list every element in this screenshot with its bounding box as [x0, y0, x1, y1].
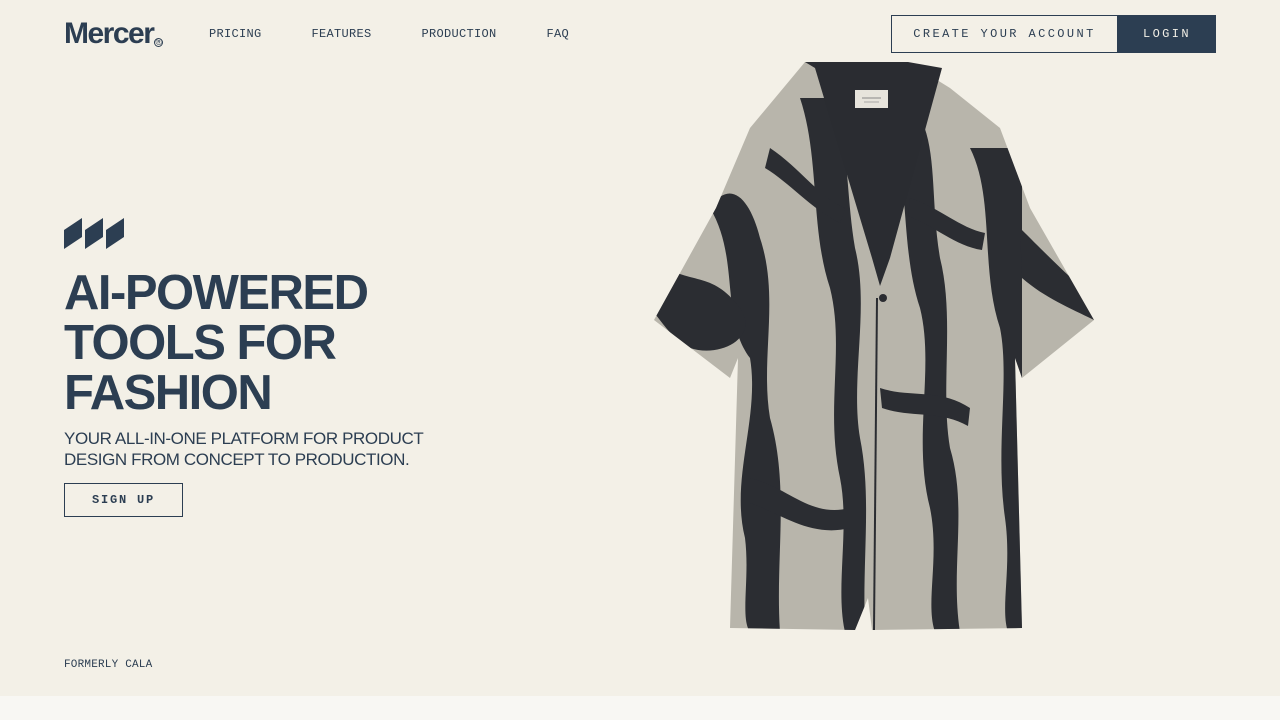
- zebra-print-coat-image: [654, 62, 1094, 631]
- slanted-bars-icon: [64, 218, 124, 249]
- create-account-button[interactable]: CREATE YOUR ACCOUNT: [891, 15, 1118, 53]
- headline-line-1: AI-POWERED: [64, 266, 369, 320]
- hero-headline: AI-POWERED TOOLS FOR FASHION: [64, 268, 484, 418]
- registered-mark: ®: [154, 37, 164, 47]
- nav-item-features[interactable]: FEATURES: [312, 27, 372, 41]
- subheadline-line-2: DESIGN FROM CONCEPT TO PRODUCTION.: [64, 450, 410, 469]
- auth-buttons: CREATE YOUR ACCOUNT LOGIN: [891, 15, 1216, 53]
- headline-line-2: TOOLS FOR: [64, 316, 337, 370]
- hero-subheadline: YOUR ALL-IN-ONE PLATFORM FOR PRODUCT DES…: [64, 428, 424, 470]
- headline-line-3: FASHION: [64, 366, 273, 420]
- next-section-edge: [0, 696, 1280, 720]
- main-nav: PRICING FEATURES PRODUCTION FAQ: [209, 27, 569, 41]
- subheadline-line-1: YOUR ALL-IN-ONE PLATFORM FOR PRODUCT: [64, 429, 424, 448]
- nav-item-production[interactable]: PRODUCTION: [422, 27, 497, 41]
- nav-item-faq[interactable]: FAQ: [547, 27, 570, 41]
- mercer-logo[interactable]: Mercer ®: [64, 17, 164, 51]
- formerly-note: FORMERLY CALA: [64, 659, 153, 671]
- logo-text: Mercer: [64, 17, 155, 50]
- nav-item-pricing[interactable]: PRICING: [209, 27, 262, 41]
- login-button[interactable]: LOGIN: [1118, 15, 1216, 53]
- signup-button[interactable]: SIGN UP: [64, 483, 183, 517]
